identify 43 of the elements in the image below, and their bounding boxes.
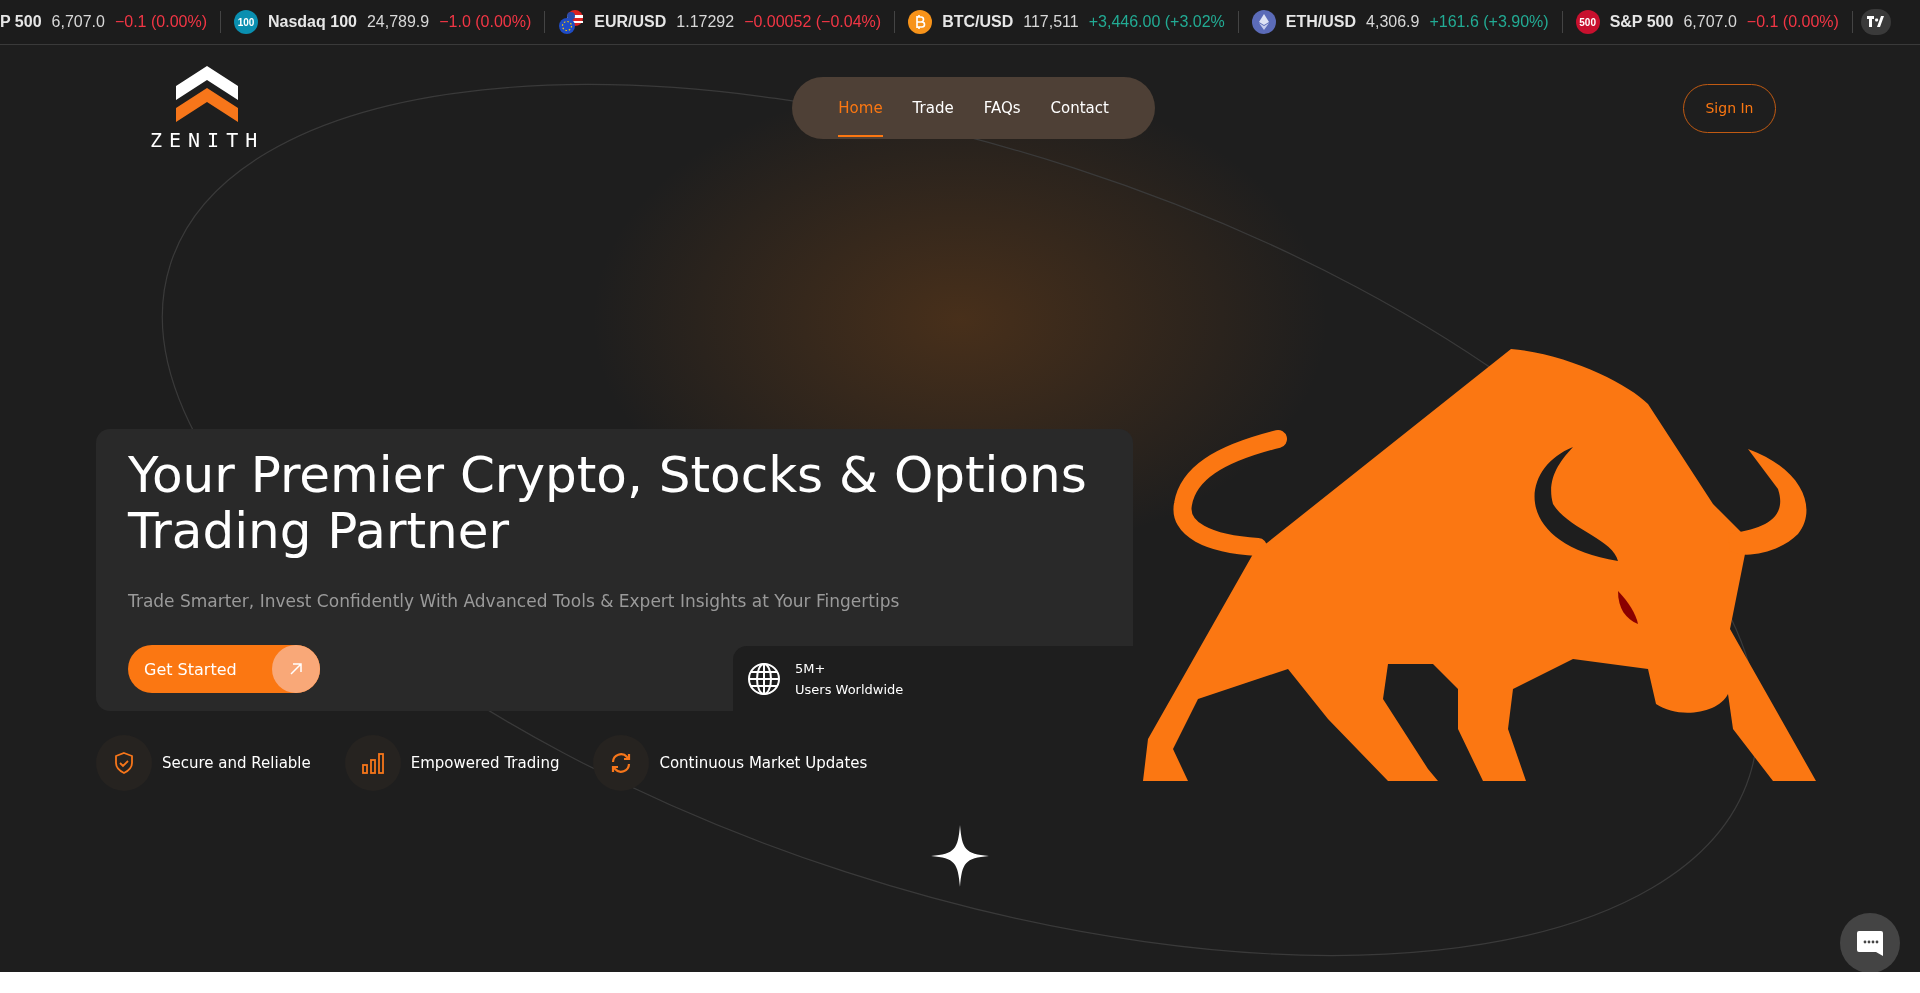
ticker-symbol[interactable]: BTC/USD bbox=[942, 13, 1014, 31]
feature-label: Secure and Reliable bbox=[162, 754, 311, 772]
ticker-price: 4,306.9 bbox=[1366, 13, 1420, 31]
chat-button[interactable] bbox=[1840, 913, 1900, 972]
flags-icon bbox=[558, 9, 585, 35]
ticker-symbol[interactable]: P 500 bbox=[0, 13, 42, 31]
arrow-icon bbox=[288, 661, 304, 677]
ticker-change: +161.6 (+3.90%) bbox=[1429, 13, 1549, 31]
hero-subtitle: Trade Smarter, Invest Confidently With Advanced Tools & Expert Insights at Your Fingertips bbox=[128, 591, 901, 611]
ticker-price: 6,707.0 bbox=[51, 13, 105, 31]
ticker-price: 6,707.0 bbox=[1683, 13, 1737, 31]
ticker-price: 24,789.9 bbox=[366, 13, 430, 31]
chat-bubble-icon bbox=[1855, 928, 1885, 958]
ticker-change: −0.1 (0.00%) bbox=[1746, 13, 1839, 31]
hero-title: Your Premier Crypto, Stocks & Options Trading Partner bbox=[128, 447, 1088, 559]
logo-text[interactable]: ZENITH bbox=[150, 128, 265, 152]
feature-label: Empowered Trading bbox=[410, 754, 560, 772]
ticker-change: +3,446.00 (+3.02% bbox=[1088, 13, 1225, 31]
chart-logo-icon[interactable] bbox=[1860, 9, 1891, 35]
ticker-symbol[interactable]: ETH/USD bbox=[1285, 13, 1357, 31]
nav-link[interactable]: Home bbox=[838, 79, 883, 137]
chevrons-logo-icon[interactable] bbox=[174, 64, 241, 124]
feature-label: Continuous Market Updates bbox=[659, 754, 868, 772]
nav-link[interactable]: Trade bbox=[912, 79, 954, 137]
ticker-symbol[interactable]: Nasdaq 100 bbox=[268, 13, 357, 31]
globe-icon bbox=[747, 662, 781, 696]
ticker-change: −1.0 (0.00%) bbox=[439, 13, 532, 31]
ethereum-icon bbox=[1251, 10, 1276, 34]
ticker-price: 1.17292 bbox=[676, 13, 735, 31]
stats-label: Users Worldwide bbox=[795, 682, 904, 697]
bitcoin-icon bbox=[908, 10, 933, 34]
ticker-symbol[interactable]: EUR/USD bbox=[594, 13, 667, 31]
ticker-symbol[interactable]: S&P 500 bbox=[1609, 13, 1674, 31]
index-badge: 500 bbox=[1575, 10, 1600, 34]
ticker-price: 117,511 bbox=[1023, 13, 1079, 31]
index-badge: 100 bbox=[234, 10, 258, 34]
stats-value: 5M+ bbox=[795, 661, 827, 676]
ticker-change: −0.00052 (−0.04%) bbox=[744, 13, 882, 31]
shield-check-icon bbox=[113, 751, 135, 775]
nav-link[interactable]: FAQs bbox=[983, 79, 1021, 137]
bar-chart-icon bbox=[360, 752, 385, 774]
ticker-change: −0.1 (0.00%) bbox=[114, 13, 207, 31]
nav-link[interactable]: Contact bbox=[1050, 79, 1109, 137]
